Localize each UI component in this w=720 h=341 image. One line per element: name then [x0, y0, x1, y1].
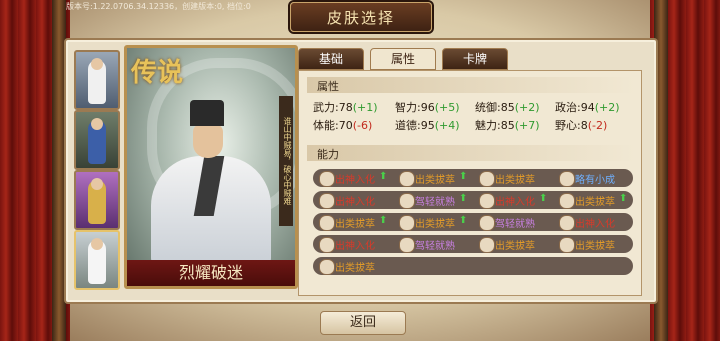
skin-portrait: 传说 谁山中贼易，破心中贼难 烈耀破迷: [124, 45, 298, 289]
ability-item: 驾轻就熟: [397, 235, 477, 253]
portrait-side-text: 谁山中贼易，破心中贼难: [279, 96, 293, 226]
ability-item: 出类拔萃: [317, 257, 397, 275]
ability-icon: [399, 193, 415, 209]
ability-icon: [319, 215, 335, 231]
abilities-heading: 能力: [307, 145, 635, 161]
ability-item: 驾轻就熟 ⬆: [397, 191, 477, 209]
head-icon: [91, 178, 103, 190]
stat-zhili: 智力:96(+5): [395, 101, 460, 114]
ability-row-5: 出类拔萃: [313, 257, 633, 275]
page-title: 皮肤选择: [326, 9, 395, 27]
ability-icon: [399, 237, 415, 253]
ability-icon: [479, 215, 495, 231]
tab-basic[interactable]: 基础: [298, 48, 364, 70]
stat-zhengzhi: 政治:94(+2): [555, 101, 620, 114]
skin-thumbnail-2[interactable]: [74, 110, 120, 170]
ability-icon: [479, 171, 495, 187]
attributes-heading: 属性: [307, 77, 635, 93]
ability-row-1: 出神入化 ⬆ 出类拔萃 ⬆ 出类拔萃 略有小成: [313, 169, 633, 187]
head-icon: [91, 118, 103, 130]
skin-name: 烈耀破迷: [127, 260, 295, 286]
ability-icon: [319, 259, 335, 275]
tab-attributes[interactable]: 属性: [370, 48, 436, 70]
ability-icon: [559, 215, 575, 231]
ability-icon: [559, 193, 575, 209]
ability-row-3: 出类拔萃 ⬆ 出类拔萃 ⬆ 驾轻就熟 出神入化: [313, 213, 633, 231]
ability-icon: [479, 237, 495, 253]
skin-thumbnail-3[interactable]: [74, 170, 120, 230]
ability-icon: [559, 237, 575, 253]
skin-thumbnail-1[interactable]: [74, 50, 120, 110]
ability-item: 出神入化: [317, 191, 397, 209]
attribute-content: 属性 武力:78(+1) 智力:96(+5) 统御:85(+2) 政治:94(+…: [298, 70, 642, 296]
ability-item: 出神入化 ⬆: [317, 169, 397, 187]
head-icon: [91, 238, 103, 250]
stat-wuli: 武力:78(+1): [313, 101, 378, 114]
ability-icon: [399, 171, 415, 187]
ability-item: 出类拔萃: [557, 235, 637, 253]
back-button[interactable]: 返回: [320, 311, 406, 335]
ability-item: 驾轻就熟: [477, 213, 557, 231]
ability-item: 出类拔萃 ⬆: [317, 213, 397, 231]
ability-item: 出类拔萃 ⬆: [397, 169, 477, 187]
ability-item: 略有小成: [557, 169, 637, 187]
hat-figure: [190, 100, 224, 126]
ability-icon: [479, 193, 495, 209]
ability-item: 出类拔萃 ⬆: [397, 213, 477, 231]
stat-tineng: 体能:70(-6): [313, 119, 373, 132]
tab-cards[interactable]: 卡牌: [442, 48, 508, 70]
tab-bar: 基础 属性 卡牌: [298, 48, 638, 70]
ability-icon: [399, 215, 415, 231]
ability-item: 出类拔萃: [477, 235, 557, 253]
head-icon: [91, 58, 103, 70]
ability-icon: [559, 171, 575, 187]
ability-row-2: 出神入化 驾轻就熟 ⬆ 出神入化 ⬆ 出类拔萃 ⬆: [313, 191, 633, 209]
version-info: 版本号:1.22.0706.34.12336，创建版本:0, 档位:0: [66, 2, 251, 11]
ability-icon: [319, 237, 335, 253]
stat-yexin: 野心:8(-2): [555, 119, 608, 132]
ability-item: 出神入化: [557, 213, 637, 231]
ability-item: 出类拔萃 ⬆: [557, 191, 637, 209]
face-figure: [193, 124, 223, 158]
ability-icon: [319, 193, 335, 209]
ability-item: 出类拔萃: [477, 169, 557, 187]
stat-meili: 魅力:85(+7): [475, 119, 540, 132]
stat-tongyu: 统御:85(+2): [475, 101, 540, 114]
legend-mark: 传说: [131, 58, 184, 88]
stat-daode: 道德:95(+4): [395, 119, 460, 132]
title-plate: 皮肤选择: [290, 2, 432, 32]
ability-icon: [319, 171, 335, 187]
ability-row-4: 出神入化 驾轻就熟 出类拔萃 出类拔萃: [313, 235, 633, 253]
skin-thumbnail-4-selected[interactable]: [74, 230, 120, 290]
ability-item: 出神入化 ⬆: [477, 191, 557, 209]
ability-item: 出神入化: [317, 235, 397, 253]
